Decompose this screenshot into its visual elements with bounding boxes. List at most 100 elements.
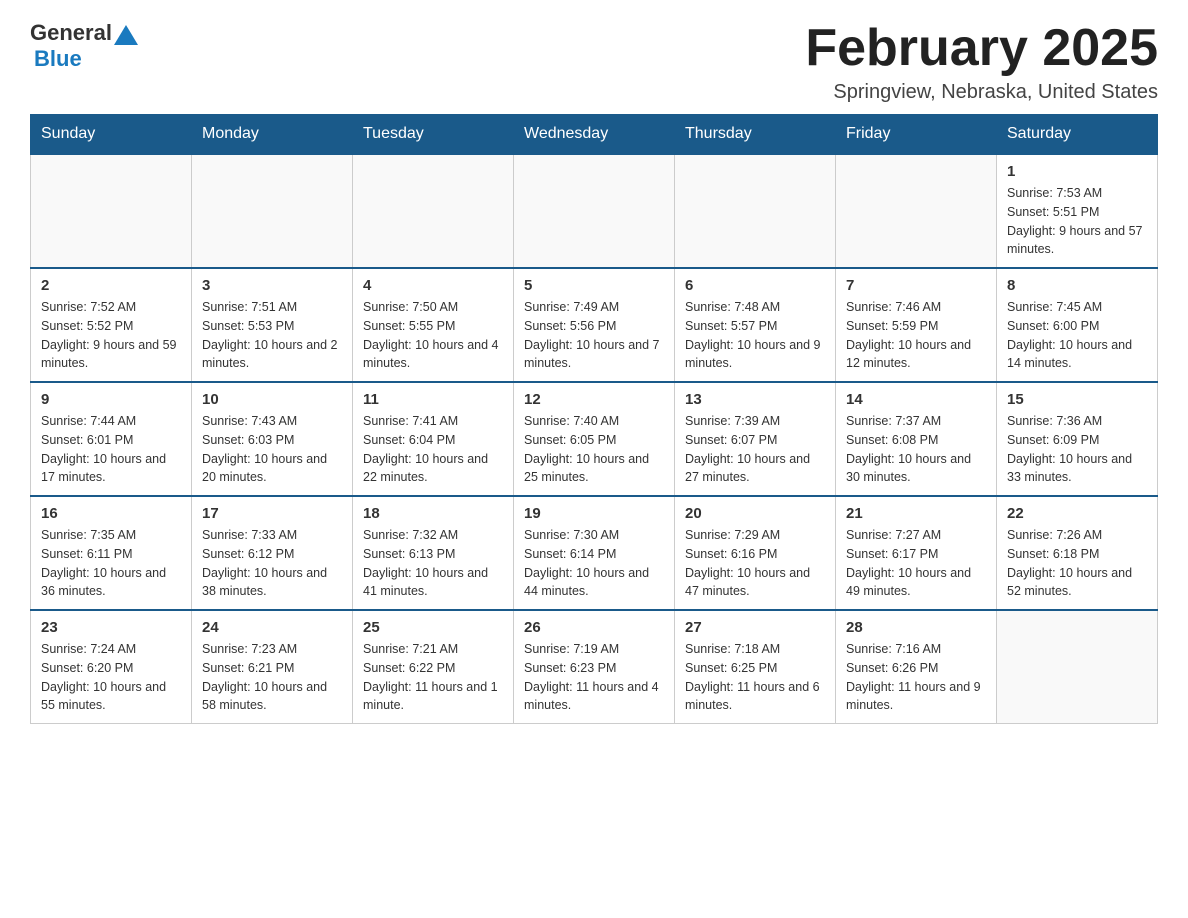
day-number: 26 (524, 619, 664, 636)
calendar-day-header-monday: Monday (192, 115, 353, 155)
month-title: February 2025 (805, 20, 1158, 77)
day-number: 11 (363, 391, 503, 408)
calendar-cell: 11 Sunrise: 7:41 AMSunset: 6:04 PMDayligh… (353, 382, 514, 496)
day-info: Sunrise: 7:32 AMSunset: 6:13 PMDaylight:… (363, 526, 503, 601)
calendar-table: SundayMondayTuesdayWednesdayThursdayFrid… (30, 114, 1158, 724)
logo-general: General (30, 20, 112, 46)
day-info: Sunrise: 7:19 AMSunset: 6:23 PMDaylight:… (524, 640, 664, 715)
calendar-cell: 21 Sunrise: 7:27 AMSunset: 6:17 PMDayligh… (836, 496, 997, 610)
day-info: Sunrise: 7:44 AMSunset: 6:01 PMDaylight:… (41, 412, 181, 487)
calendar-cell: 7 Sunrise: 7:46 AMSunset: 5:59 PMDaylight… (836, 268, 997, 382)
day-info: Sunrise: 7:18 AMSunset: 6:25 PMDaylight:… (685, 640, 825, 715)
day-number: 27 (685, 619, 825, 636)
calendar-cell: 2 Sunrise: 7:52 AMSunset: 5:52 PMDaylight… (31, 268, 192, 382)
day-number: 21 (846, 505, 986, 522)
day-number: 10 (202, 391, 342, 408)
day-number: 23 (41, 619, 181, 636)
day-info: Sunrise: 7:37 AMSunset: 6:08 PMDaylight:… (846, 412, 986, 487)
calendar-day-header-friday: Friday (836, 115, 997, 155)
calendar-cell: 4 Sunrise: 7:50 AMSunset: 5:55 PMDaylight… (353, 268, 514, 382)
calendar-cell: 26 Sunrise: 7:19 AMSunset: 6:23 PMDayligh… (514, 610, 675, 724)
day-info: Sunrise: 7:23 AMSunset: 6:21 PMDaylight:… (202, 640, 342, 715)
calendar-cell (192, 154, 353, 268)
day-info: Sunrise: 7:36 AMSunset: 6:09 PMDaylight:… (1007, 412, 1147, 487)
day-number: 8 (1007, 277, 1147, 294)
calendar-cell: 9Sunrise: 7:44 AMSunset: 6:01 PMDaylight… (31, 382, 192, 496)
day-number: 15 (1007, 391, 1147, 408)
calendar-week-row-5: 23 Sunrise: 7:24 AMSunset: 6:20 PMDayligh… (31, 610, 1158, 724)
day-number: 28 (846, 619, 986, 636)
calendar-cell: 20 Sunrise: 7:29 AMSunset: 6:16 PMDayligh… (675, 496, 836, 610)
day-info: Sunrise: 7:40 AMSunset: 6:05 PMDaylight:… (524, 412, 664, 487)
calendar-cell (836, 154, 997, 268)
calendar-cell: 22Sunrise: 7:26 AMSunset: 6:18 PMDayligh… (997, 496, 1158, 610)
calendar-cell: 13 Sunrise: 7:39 AMSunset: 6:07 PMDayligh… (675, 382, 836, 496)
day-number: 19 (524, 505, 664, 522)
day-number: 3 (202, 277, 342, 294)
calendar-header-row: SundayMondayTuesdayWednesdayThursdayFrid… (31, 115, 1158, 155)
day-info: Sunrise: 7:29 AMSunset: 6:16 PMDaylight:… (685, 526, 825, 601)
day-number: 18 (363, 505, 503, 522)
calendar-cell: 8 Sunrise: 7:45 AMSunset: 6:00 PMDaylight… (997, 268, 1158, 382)
calendar-day-header-saturday: Saturday (997, 115, 1158, 155)
day-number: 17 (202, 505, 342, 522)
day-info: Sunrise: 7:39 AMSunset: 6:07 PMDaylight:… (685, 412, 825, 487)
calendar-cell: 1 Sunrise: 7:53 AMSunset: 5:51 PMDaylight… (997, 154, 1158, 268)
day-number: 13 (685, 391, 825, 408)
day-info: Sunrise: 7:21 AMSunset: 6:22 PMDaylight:… (363, 640, 503, 715)
day-info: Sunrise: 7:27 AMSunset: 6:17 PMDaylight:… (846, 526, 986, 601)
day-info: Sunrise: 7:41 AMSunset: 6:04 PMDaylight:… (363, 412, 503, 487)
calendar-day-header-tuesday: Tuesday (353, 115, 514, 155)
calendar-day-header-thursday: Thursday (675, 115, 836, 155)
location: Springview, Nebraska, United States (805, 81, 1158, 104)
day-number: 7 (846, 277, 986, 294)
day-info: Sunrise: 7:43 AMSunset: 6:03 PMDaylight:… (202, 412, 342, 487)
day-info: Sunrise: 7:45 AMSunset: 6:00 PMDaylight:… (1007, 298, 1147, 373)
calendar-cell: 14 Sunrise: 7:37 AMSunset: 6:08 PMDayligh… (836, 382, 997, 496)
day-info: Sunrise: 7:16 AMSunset: 6:26 PMDaylight:… (846, 640, 986, 715)
calendar-week-row-4: 16 Sunrise: 7:35 AMSunset: 6:11 PMDayligh… (31, 496, 1158, 610)
day-number: 1 (1007, 163, 1147, 180)
day-info: Sunrise: 7:50 AMSunset: 5:55 PMDaylight:… (363, 298, 503, 373)
calendar-cell: 27 Sunrise: 7:18 AMSunset: 6:25 PMDayligh… (675, 610, 836, 724)
day-number: 14 (846, 391, 986, 408)
calendar-cell: 6Sunrise: 7:48 AMSunset: 5:57 PMDaylight… (675, 268, 836, 382)
logo-blue: Blue (34, 46, 82, 72)
day-number: 5 (524, 277, 664, 294)
day-number: 4 (363, 277, 503, 294)
day-info: Sunrise: 7:49 AMSunset: 5:56 PMDaylight:… (524, 298, 664, 373)
calendar-day-header-wednesday: Wednesday (514, 115, 675, 155)
title-section: February 2025 Springview, Nebraska, Unit… (805, 20, 1158, 104)
day-info: Sunrise: 7:30 AMSunset: 6:14 PMDaylight:… (524, 526, 664, 601)
calendar-cell: 5 Sunrise: 7:49 AMSunset: 5:56 PMDaylight… (514, 268, 675, 382)
calendar-cell: 28 Sunrise: 7:16 AMSunset: 6:26 PMDayligh… (836, 610, 997, 724)
day-number: 12 (524, 391, 664, 408)
calendar-week-row-1: 1 Sunrise: 7:53 AMSunset: 5:51 PMDaylight… (31, 154, 1158, 268)
calendar-cell: 3 Sunrise: 7:51 AMSunset: 5:53 PMDaylight… (192, 268, 353, 382)
logo-triangle-icon (114, 25, 138, 45)
day-info: Sunrise: 7:52 AMSunset: 5:52 PMDaylight:… (41, 298, 181, 373)
calendar-cell: 12 Sunrise: 7:40 AMSunset: 6:05 PMDayligh… (514, 382, 675, 496)
day-info: Sunrise: 7:53 AMSunset: 5:51 PMDaylight:… (1007, 184, 1147, 259)
calendar-cell (675, 154, 836, 268)
day-info: Sunrise: 7:35 AMSunset: 6:11 PMDaylight:… (41, 526, 181, 601)
logo: General Blue (30, 20, 140, 72)
day-info: Sunrise: 7:24 AMSunset: 6:20 PMDaylight:… (41, 640, 181, 715)
day-number: 22 (1007, 505, 1147, 522)
day-info: Sunrise: 7:51 AMSunset: 5:53 PMDaylight:… (202, 298, 342, 373)
calendar-cell: 10 Sunrise: 7:43 AMSunset: 6:03 PMDayligh… (192, 382, 353, 496)
calendar-cell: 16 Sunrise: 7:35 AMSunset: 6:11 PMDayligh… (31, 496, 192, 610)
day-number: 16 (41, 505, 181, 522)
day-number: 20 (685, 505, 825, 522)
page-header: General Blue February 2025 Springview, N… (30, 20, 1158, 104)
logo-top: General (30, 20, 140, 46)
calendar-cell: 25Sunrise: 7:21 AMSunset: 6:22 PMDayligh… (353, 610, 514, 724)
day-number: 24 (202, 619, 342, 636)
day-number: 2 (41, 277, 181, 294)
calendar-cell: 18 Sunrise: 7:32 AMSunset: 6:13 PMDayligh… (353, 496, 514, 610)
day-info: Sunrise: 7:46 AMSunset: 5:59 PMDaylight:… (846, 298, 986, 373)
calendar-cell: 15 Sunrise: 7:36 AMSunset: 6:09 PMDayligh… (997, 382, 1158, 496)
calendar-cell (514, 154, 675, 268)
calendar-week-row-3: 9Sunrise: 7:44 AMSunset: 6:01 PMDaylight… (31, 382, 1158, 496)
day-info: Sunrise: 7:33 AMSunset: 6:12 PMDaylight:… (202, 526, 342, 601)
